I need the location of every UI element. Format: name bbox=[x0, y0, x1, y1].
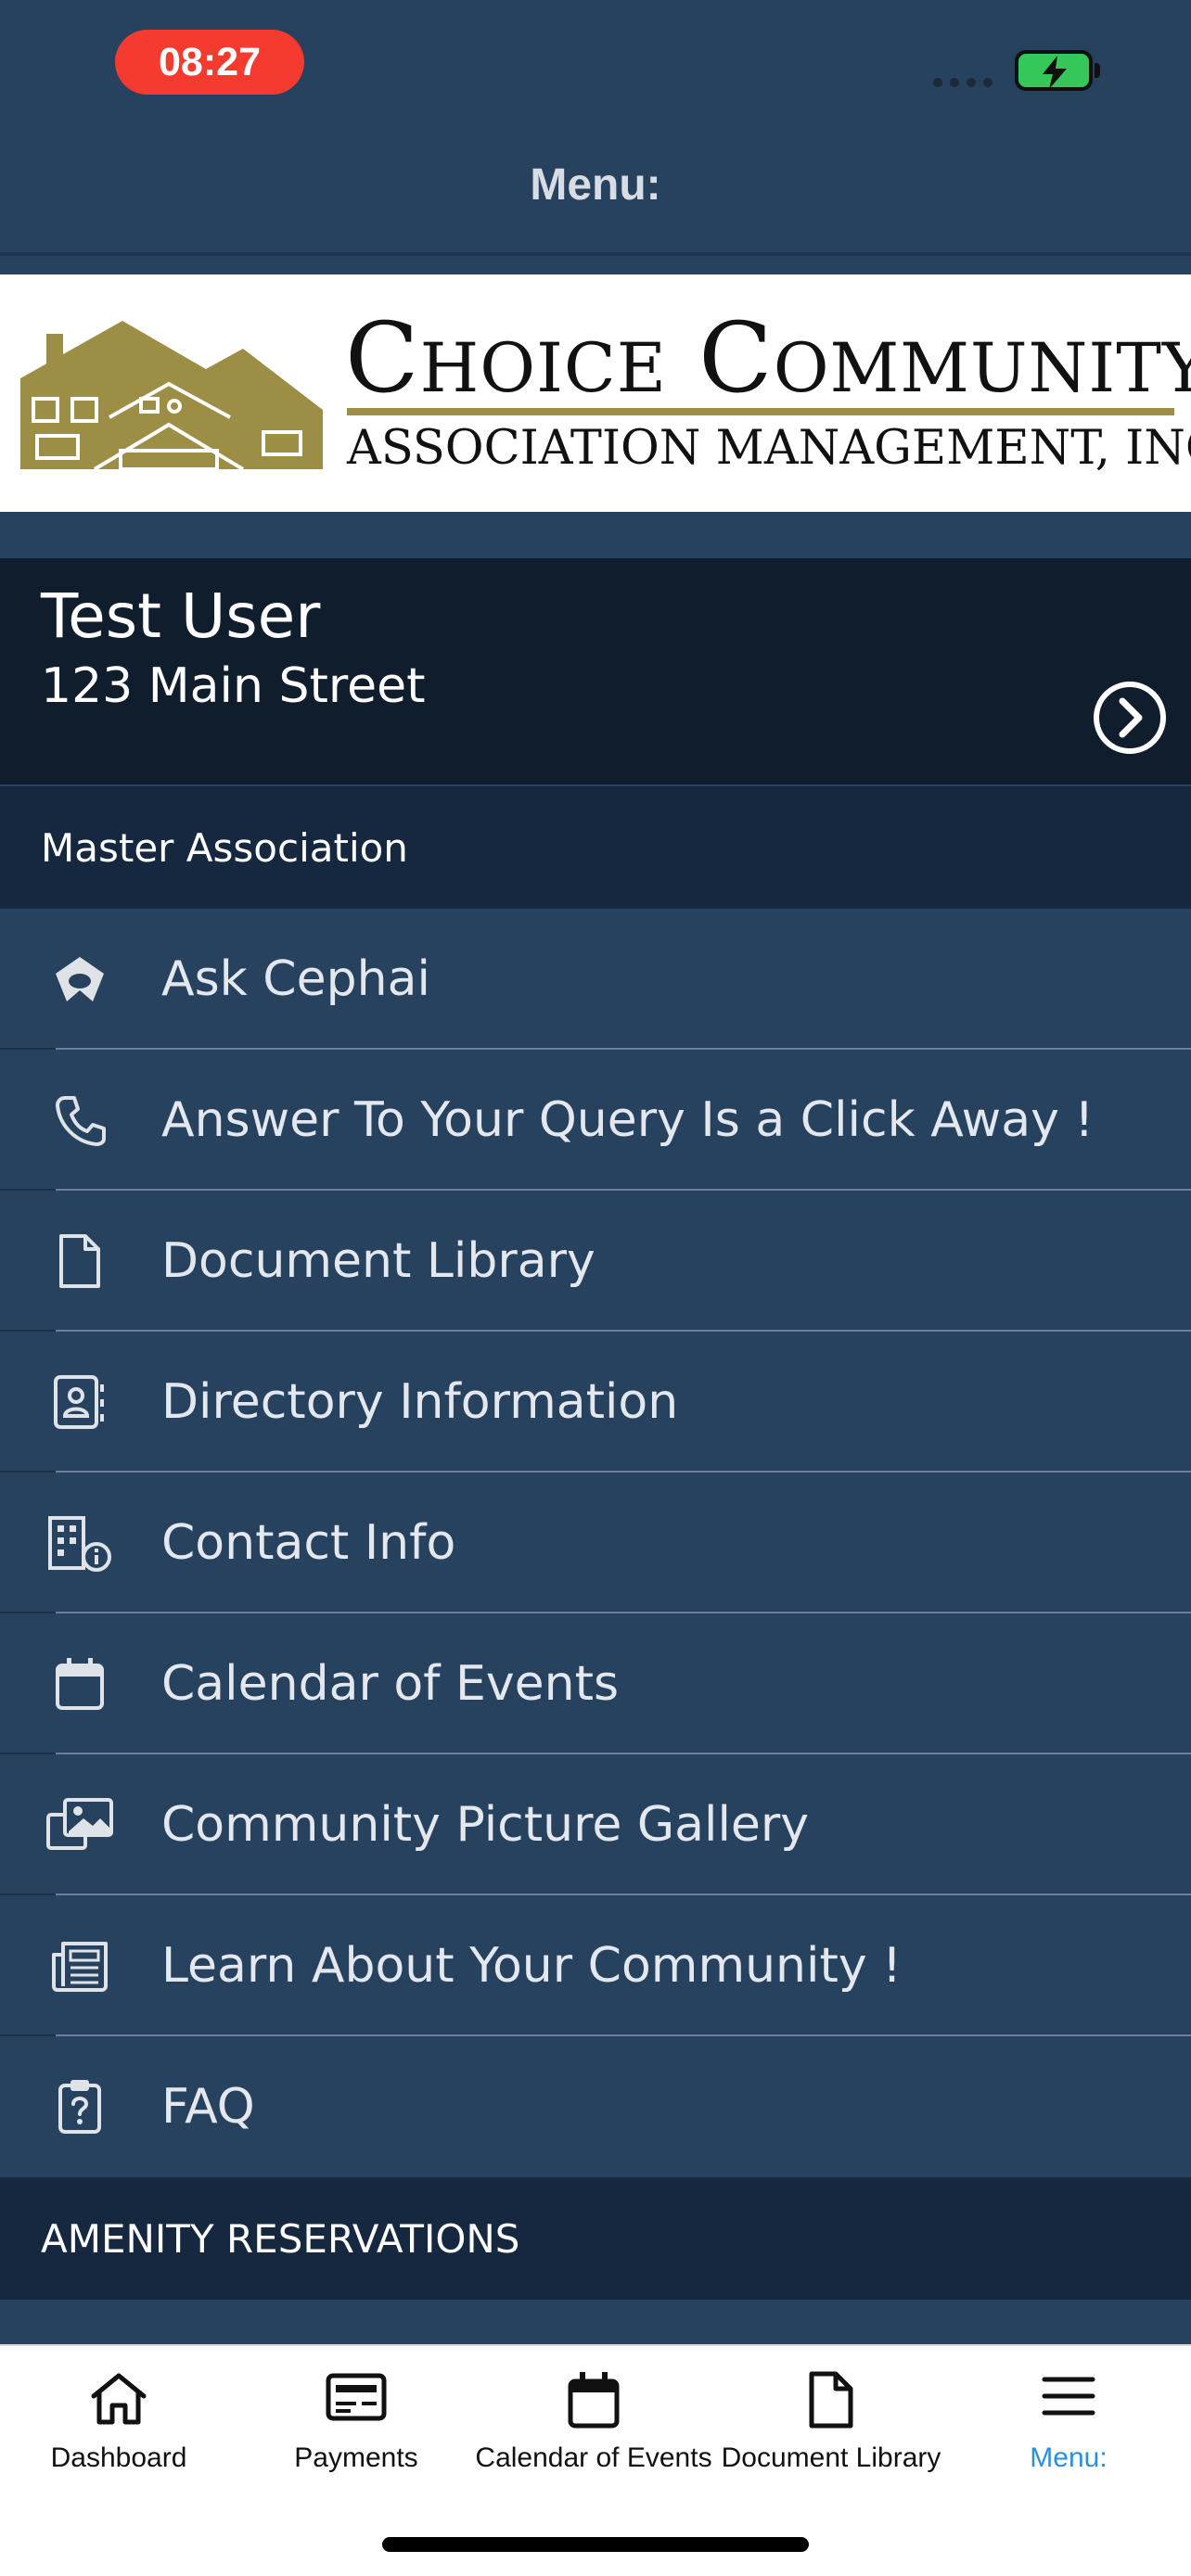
menu-item-picture-gallery[interactable]: Community Picture Gallery bbox=[0, 1754, 1191, 1895]
images-icon bbox=[41, 1793, 119, 1856]
chevron-right-circle-icon[interactable] bbox=[1091, 679, 1169, 757]
tab-document-library[interactable]: Document Library bbox=[712, 2346, 950, 2513]
menu-item-label: Document Library bbox=[161, 1233, 596, 1289]
cephai-logo-icon bbox=[41, 948, 119, 1011]
nav-title: Menu: bbox=[530, 160, 661, 210]
menu-item-contact-info[interactable]: Contact Info bbox=[0, 1473, 1191, 1613]
home-icon bbox=[0, 2370, 237, 2435]
contact-card-icon bbox=[41, 1371, 119, 1434]
logo-subtitle: ASSOCIATION MANAGEMENT, INC. bbox=[347, 421, 1191, 476]
document-icon bbox=[712, 2370, 950, 2435]
menu-item-label: FAQ bbox=[161, 2079, 255, 2135]
nav-divider bbox=[0, 252, 1191, 256]
payments-icon bbox=[237, 2370, 475, 2435]
menu-item-calendar[interactable]: Calendar of Events bbox=[0, 1613, 1191, 1754]
newspaper-icon bbox=[41, 1934, 119, 1997]
menu-item-learn-community[interactable]: Learn About Your Community ! bbox=[0, 1895, 1191, 2036]
menu-item-directory[interactable]: Directory Information bbox=[0, 1332, 1191, 1473]
tab-label: Document Library bbox=[721, 2442, 941, 2473]
tab-label: Calendar of Events bbox=[475, 2442, 712, 2473]
company-logo: Choice Community ASSOCIATION MANAGEMENT,… bbox=[0, 274, 1191, 512]
menu-item-document-library[interactable]: Document Library bbox=[0, 1191, 1191, 1332]
menu-screen: 08:27 Menu: Choice Community ASSOCIATION… bbox=[0, 0, 1191, 2576]
section-title: Master Association bbox=[41, 824, 408, 871]
calendar-icon bbox=[475, 2370, 712, 2435]
tab-label: Dashboard bbox=[50, 2442, 187, 2473]
menu-item-query[interactable]: Answer To Your Query Is a Click Away ! bbox=[0, 1050, 1191, 1191]
tab-label: Payments bbox=[294, 2442, 418, 2473]
phone-icon bbox=[41, 1089, 119, 1152]
signal-icon bbox=[933, 78, 992, 87]
building-info-icon bbox=[41, 1511, 119, 1575]
section-header-master-association: Master Association bbox=[0, 786, 1191, 909]
menu-list-continuation bbox=[0, 2300, 1191, 2344]
user-address: 123 Main Street bbox=[41, 658, 426, 714]
menu-item-ask-cephai[interactable]: Ask Cephai bbox=[0, 909, 1191, 1050]
user-name: Test User bbox=[41, 580, 321, 652]
logo-rule bbox=[347, 408, 1174, 415]
menu-item-faq[interactable]: FAQ bbox=[0, 2036, 1191, 2177]
section-header-amenity-reservations: AMENITY RESERVATIONS bbox=[0, 2177, 1191, 2300]
menu-item-label: Calendar of Events bbox=[161, 1656, 620, 1712]
user-card[interactable]: Test User 123 Main Street bbox=[0, 558, 1191, 784]
menu-item-label: Ask Cephai bbox=[161, 951, 430, 1007]
tab-label: Menu: bbox=[1030, 2442, 1108, 2473]
document-icon bbox=[41, 1230, 119, 1293]
tab-payments[interactable]: Payments bbox=[237, 2346, 475, 2513]
menu-list: Ask Cephai Answer To Your Query Is a Cli… bbox=[0, 909, 1191, 2177]
logo-title: Choice Community bbox=[345, 301, 1191, 414]
battery-cap bbox=[1095, 63, 1100, 78]
hamburger-icon bbox=[950, 2370, 1187, 2435]
menu-item-label: Community Picture Gallery bbox=[161, 1797, 810, 1853]
section-title: AMENITY RESERVATIONS bbox=[41, 2215, 520, 2262]
home-indicator[interactable] bbox=[382, 2537, 809, 2552]
menu-item-label: Answer To Your Query Is a Click Away ! bbox=[161, 1092, 1095, 1148]
status-time: 08:27 bbox=[115, 30, 304, 95]
houses-logo-icon bbox=[20, 321, 323, 469]
menu-item-label: Learn About Your Community ! bbox=[161, 1938, 903, 1994]
calendar-icon bbox=[41, 1652, 119, 1715]
menu-item-label: Contact Info bbox=[161, 1515, 456, 1571]
tab-calendar[interactable]: Calendar of Events bbox=[475, 2346, 712, 2513]
menu-item-label: Directory Information bbox=[161, 1374, 679, 1430]
tab-dashboard[interactable]: Dashboard bbox=[0, 2346, 237, 2513]
battery-charging-icon bbox=[1015, 50, 1093, 91]
tab-menu[interactable]: Menu: bbox=[950, 2346, 1187, 2513]
clipboard-question-icon bbox=[41, 2075, 119, 2138]
status-bar: 08:27 bbox=[0, 0, 1191, 130]
